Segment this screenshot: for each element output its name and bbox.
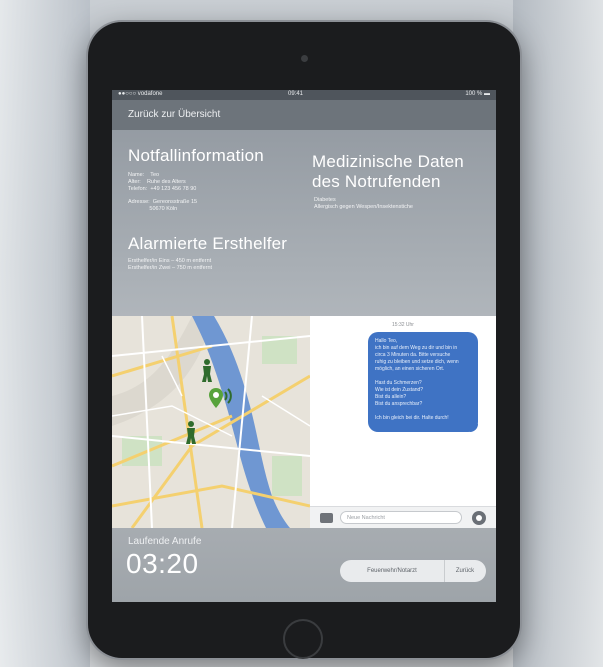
camera-button-icon[interactable] [320, 513, 333, 523]
runtime-label: Laufende Anrufe [128, 536, 202, 547]
background-left [0, 0, 90, 667]
runtime-timer: 03:20 [126, 548, 199, 579]
chat-panel: 15:32 Uhr Hallo Teo, ich bin auf dem Weg… [310, 316, 496, 529]
carrier-label: ●●○○○ vodafone [118, 91, 163, 97]
action-button-group: Feuerwehr/Notarzt Zurück [340, 560, 486, 582]
home-button[interactable] [283, 619, 323, 659]
location-pin-icon[interactable] [208, 386, 234, 412]
camera-icon [301, 55, 308, 62]
helper-marker-icon [202, 359, 212, 382]
tablet-screen: ●●○○○ vodafone 09:41 100 % ▬ Zurück zur … [112, 90, 496, 602]
back-link[interactable]: Zurück zur Übersicht [128, 109, 220, 120]
send-button[interactable] [472, 511, 486, 525]
chat-timestamp: 15:32 Uhr [392, 322, 414, 328]
status-bar: ●●○○○ vodafone 09:41 100 % ▬ [112, 90, 496, 100]
message-input[interactable]: Neue Nachricht [340, 511, 462, 524]
battery-label: 100 % ▬ [465, 91, 490, 97]
helper-marker-icon [186, 421, 196, 444]
compose-bar: Neue Nachricht [310, 506, 496, 529]
background-right [513, 0, 603, 667]
medical-title-line2: des Notrufenden [312, 172, 441, 191]
alarmed-helpers-details: Ersthelfer/in Eins – 450 m entfernt Erst… [128, 258, 213, 271]
alarmed-helpers-title: Alarmierte Ersthelfer [128, 234, 288, 253]
exit-button[interactable]: Zurück [444, 560, 486, 582]
call-services-button[interactable]: Feuerwehr/Notarzt [340, 560, 445, 582]
message-bubble-tail [470, 424, 478, 432]
map-view[interactable] [112, 316, 310, 528]
call-status-bar: Laufende Anrufe 03:20 Feuerwehr/Notarzt … [112, 528, 496, 602]
map-graphic [112, 316, 310, 528]
emergency-info-address: Adresse: Gereonsstraße 15 50670 Köln [128, 199, 198, 212]
medical-title-line1: Medizinische Daten [312, 152, 464, 171]
message-bubble: Hallo Teo, ich bin auf dem Weg zu dir un… [368, 332, 478, 432]
emergency-info-details: Name: Teo Alter: Ruhe des Alters Telefon… [128, 172, 197, 192]
medical-details: Diabetes Allergisch gegen Wespen/Insekte… [314, 197, 413, 210]
clock-label: 09:41 [288, 91, 304, 97]
emergency-info-title: Notfallinformation [128, 146, 264, 165]
navigation-bar: Zurück zur Übersicht [112, 100, 496, 130]
tablet-frame: ●●○○○ vodafone 09:41 100 % ▬ Zurück zur … [88, 22, 520, 659]
